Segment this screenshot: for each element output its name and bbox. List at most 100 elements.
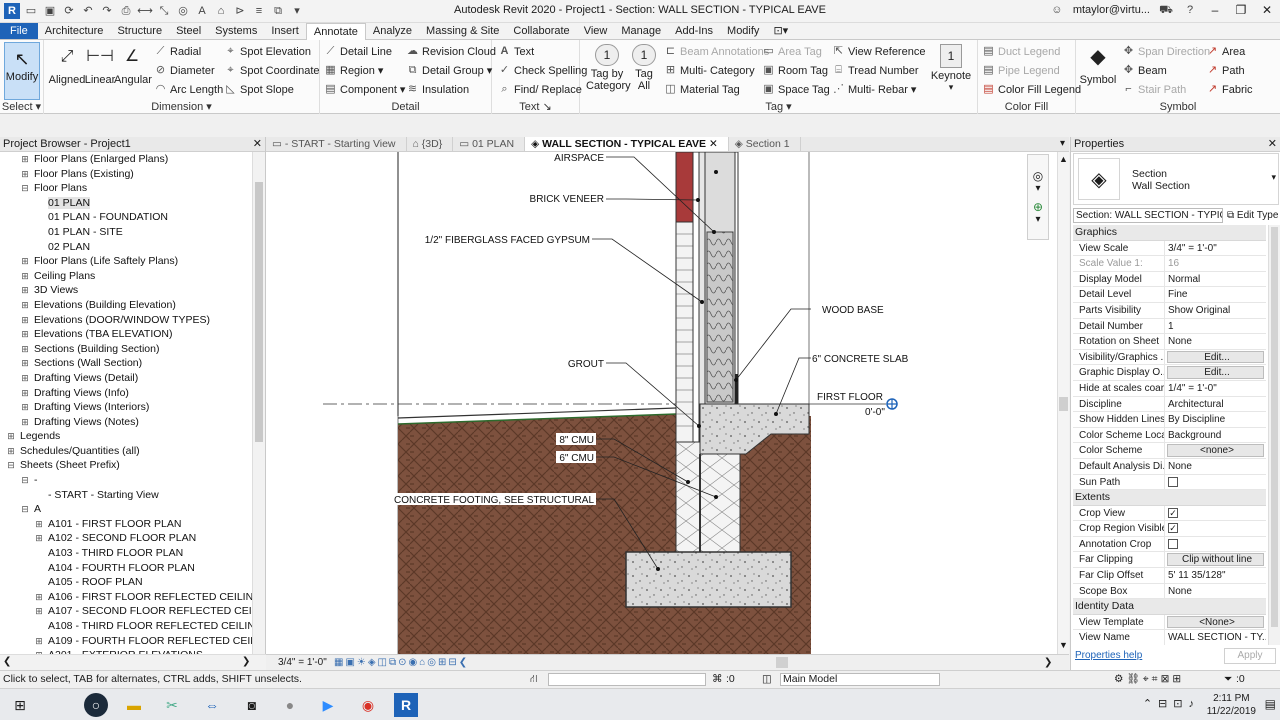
property-group-header[interactable]: Identity Data bbox=[1073, 599, 1266, 615]
sync-icon[interactable]: ⟳ bbox=[61, 3, 77, 19]
instance-filter-select[interactable]: Section: WALL SECTION - TYPIC ▾ bbox=[1073, 207, 1223, 223]
app-icon[interactable]: ● bbox=[278, 693, 302, 717]
property-value[interactable]: ✓ bbox=[1165, 521, 1266, 536]
type-selector[interactable]: ◈ Section Wall Section ▾ bbox=[1073, 153, 1279, 205]
space-tag-button[interactable]: ▣ Space Tag bbox=[762, 83, 830, 96]
detail-line-button[interactable]: ⟋ Detail Line bbox=[324, 45, 392, 58]
spot-elevation-button[interactable]: ⌖ Spot Elevation bbox=[224, 45, 311, 58]
browser-item[interactable]: 01 PLAN bbox=[0, 196, 252, 211]
revit-app-icon[interactable]: R bbox=[4, 3, 20, 19]
expand-icon[interactable]: ⊞ bbox=[20, 167, 30, 182]
browser-item[interactable]: ⊞ Drafting Views (Interiors) bbox=[0, 400, 252, 415]
property-group-header[interactable]: Extents bbox=[1073, 490, 1266, 506]
print-icon[interactable]: ⎙ bbox=[118, 3, 134, 19]
tag-all-button[interactable]: 1 Tag All bbox=[630, 44, 658, 92]
redo-icon[interactable]: ↷ bbox=[99, 3, 115, 19]
snip-icon[interactable]: ✂ bbox=[160, 693, 184, 717]
insulation-button[interactable]: ≋ Insulation bbox=[406, 83, 469, 96]
property-group-header[interactable]: Graphics bbox=[1073, 225, 1266, 241]
expand-icon[interactable]: ⊞ bbox=[20, 371, 30, 386]
editable-icon[interactable]: ⌘ bbox=[712, 671, 723, 688]
camera-icon[interactable]: ◙ bbox=[240, 693, 264, 717]
aligned-button[interactable]: ⤢ Aligned bbox=[48, 44, 86, 86]
span-direction-button[interactable]: ✥ Span Direction bbox=[1122, 45, 1210, 58]
fabric-button[interactable]: ↗ Fabric bbox=[1206, 83, 1253, 96]
browser-item[interactable]: ⊞ Legends bbox=[0, 429, 252, 444]
panel-label-select[interactable]: Select ▾ bbox=[0, 100, 43, 113]
checkbox-unchecked-icon[interactable] bbox=[1168, 538, 1178, 549]
tab-modify[interactable]: Modify bbox=[720, 23, 766, 39]
tab-collaborate[interactable]: Collaborate bbox=[506, 23, 576, 39]
browser-item[interactable]: ⊞ A102 - SECOND FLOOR PLAN bbox=[0, 531, 252, 546]
filter-icon[interactable]: ⏷ bbox=[1224, 671, 1232, 688]
expand-icon[interactable]: ⊞ bbox=[34, 634, 44, 649]
cortana-icon[interactable]: ○ bbox=[84, 693, 108, 717]
close-icon[interactable]: ✕ bbox=[253, 137, 262, 151]
expand-icon[interactable]: ⊞ bbox=[20, 254, 30, 269]
expand-icon[interactable]: ⊞ bbox=[20, 298, 30, 313]
view-control-icons[interactable]: ▦▣☀◈◫⧉⊙◉⌂◎⊞⊟❮ bbox=[334, 655, 469, 670]
windows-start-icon[interactable]: ⊞ bbox=[8, 693, 32, 717]
path-button[interactable]: ↗ Path bbox=[1206, 64, 1245, 77]
browser-item[interactable]: ⊞ Floor Plans (Enlarged Plans) bbox=[0, 152, 252, 167]
browser-item[interactable]: ⊞ A109 - FOURTH FLOOR REFLECTED CEILING P… bbox=[0, 634, 252, 649]
tab-systems[interactable]: Systems bbox=[208, 23, 264, 39]
spot-coordinate-button[interactable]: ⌖ Spot Coordinate bbox=[224, 64, 319, 77]
browser-item[interactable]: ⊞ Elevations (TBA ELEVATION) bbox=[0, 327, 252, 342]
tab-view[interactable]: View bbox=[577, 23, 615, 39]
clock[interactable]: 2:11 PM 11/22/2019 bbox=[1207, 692, 1256, 718]
arc-length-button[interactable]: ◠ Arc Length bbox=[154, 83, 224, 96]
tag-icon[interactable]: ◎ bbox=[175, 3, 191, 19]
angular-button[interactable]: ∠ Angular bbox=[114, 44, 152, 86]
pipe-legend-button[interactable]: ▤ Pipe Legend bbox=[982, 64, 1059, 77]
aligned-dimension-icon[interactable]: ⤡ bbox=[156, 3, 172, 19]
beam-annotations-button[interactable]: ⊏ Beam Annotations bbox=[664, 45, 769, 58]
checkbox-checked-icon[interactable]: ✓ bbox=[1168, 523, 1178, 534]
detail-group-button[interactable]: ⧉ Detail Group ▾ bbox=[406, 64, 493, 77]
checkbox-checked-icon[interactable]: ✓ bbox=[1168, 507, 1178, 518]
save-icon[interactable]: ▣ bbox=[42, 3, 58, 19]
keynote-button[interactable]: 1 Keynote ▾ bbox=[930, 44, 972, 93]
undo-icon[interactable]: ↶ bbox=[80, 3, 96, 19]
browser-item[interactable]: 01 PLAN - SITE bbox=[0, 225, 252, 240]
expand-icon[interactable]: ⊞ bbox=[20, 342, 30, 357]
scroll-thumb[interactable] bbox=[1271, 227, 1278, 627]
revision-cloud-button[interactable]: ☁ Revision Cloud bbox=[406, 45, 496, 58]
tab-file[interactable]: File bbox=[0, 23, 38, 39]
material-tag-button[interactable]: ◫ Material Tag bbox=[664, 83, 739, 96]
collapse-icon[interactable]: ⊟ bbox=[6, 458, 16, 473]
chevron-down-icon[interactable]: ▾ bbox=[1271, 172, 1276, 183]
property-value[interactable]: None bbox=[1165, 584, 1266, 599]
panel-label-text[interactable]: Text ↘ bbox=[492, 100, 579, 113]
browser-item[interactable]: A103 - THIRD FLOOR PLAN bbox=[0, 546, 252, 561]
apply-button[interactable]: Apply bbox=[1224, 648, 1276, 664]
tread-number-button[interactable]: ⌸ Tread Number bbox=[832, 64, 918, 77]
tab-structure[interactable]: Structure bbox=[110, 23, 169, 39]
notification-icon[interactable]: ▤ bbox=[1265, 697, 1276, 711]
tab-massing-site[interactable]: Massing & Site bbox=[419, 23, 506, 39]
property-value[interactable] bbox=[1165, 537, 1266, 552]
property-value[interactable]: 5' 11 35/128" bbox=[1165, 568, 1266, 583]
browser-item[interactable]: ⊞ Drafting Views (Notes) bbox=[0, 415, 252, 430]
steering-wheel-icon[interactable]: ◎ bbox=[1028, 169, 1048, 183]
expand-icon[interactable]: ⊞ bbox=[20, 386, 30, 401]
scroll-thumb[interactable] bbox=[1059, 397, 1068, 411]
expand-icon[interactable]: ⊞ bbox=[6, 444, 16, 459]
project-browser-vscroll[interactable] bbox=[252, 152, 265, 654]
workset-select[interactable] bbox=[548, 673, 706, 686]
property-value[interactable]: Show Original bbox=[1165, 303, 1266, 318]
user-name[interactable]: mtaylor@virtu... bbox=[1073, 4, 1150, 16]
browser-item[interactable]: ⊟ Sheets (Sheet Prefix) bbox=[0, 458, 252, 473]
property-button[interactable]: Clip without line bbox=[1167, 553, 1264, 567]
scroll-left-icon[interactable]: ❮ bbox=[3, 656, 11, 667]
panel-label-dimension[interactable]: Dimension ▾ bbox=[44, 100, 319, 113]
maximize-button[interactable]: ❐ bbox=[1232, 3, 1250, 17]
property-button[interactable]: Edit... bbox=[1167, 366, 1264, 379]
close-icon[interactable]: ✕ bbox=[706, 138, 718, 150]
modify-button[interactable]: ↖ Modify bbox=[4, 42, 40, 100]
linear-button[interactable]: ⊢⊣ Linear bbox=[84, 44, 116, 86]
browser-item[interactable]: 01 PLAN - FOUNDATION bbox=[0, 210, 252, 225]
expand-icon[interactable]: ⊞ bbox=[20, 152, 30, 167]
scroll-thumb[interactable] bbox=[255, 182, 263, 442]
revit-taskbar-icon[interactable]: R bbox=[394, 693, 418, 717]
